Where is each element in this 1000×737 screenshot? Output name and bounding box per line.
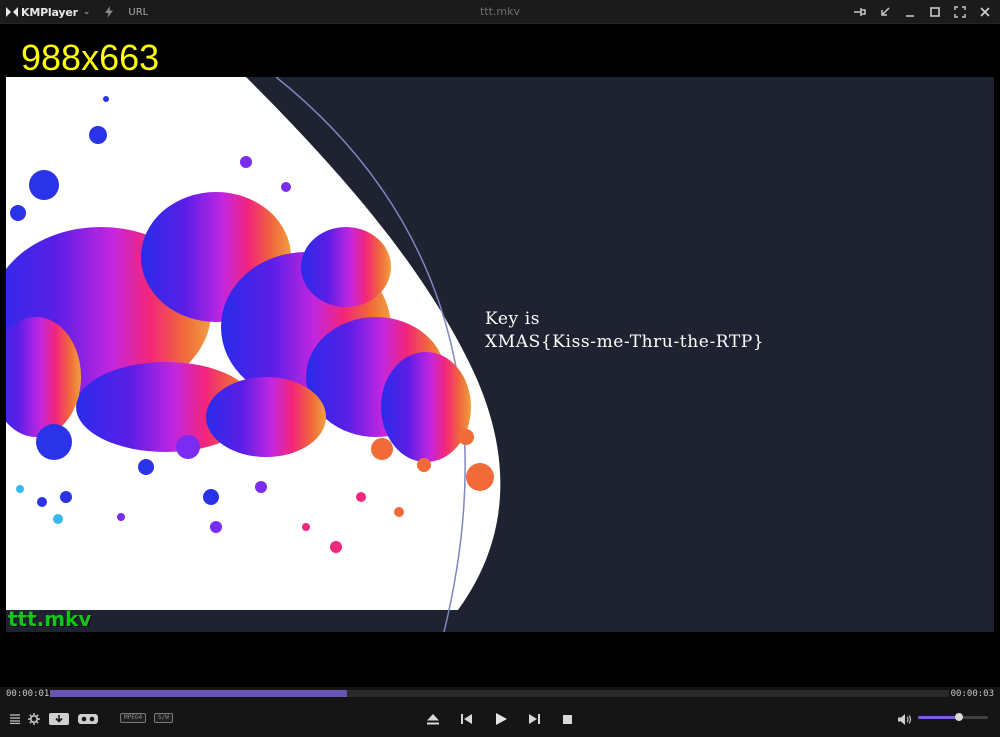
next-button[interactable]	[528, 711, 540, 727]
title-bar: KMPlayer ⌄ URL ttt.mkv	[0, 0, 1000, 24]
fullscreen-icon	[954, 6, 966, 18]
skip-previous-icon	[460, 714, 472, 724]
seek-bar[interactable]	[50, 690, 949, 697]
seek-bar-progress	[50, 690, 347, 697]
seek-row: 00:00:01 00:00:03	[0, 687, 1000, 701]
mini-mode-button[interactable]	[878, 5, 892, 19]
settings-button[interactable]	[28, 711, 40, 727]
window-title: ttt.mkv	[479, 5, 521, 18]
volume-icon	[898, 713, 912, 725]
minimize-icon	[906, 15, 914, 17]
app-name: KMPlayer	[21, 5, 78, 19]
maximize-icon	[930, 7, 940, 17]
video-frame: Key is XMAS{Kiss-me-Thru-the-RTP}	[6, 77, 994, 632]
fullscreen-button[interactable]	[953, 5, 967, 19]
renderer-badge[interactable]: S/W	[154, 713, 173, 723]
close-button[interactable]	[978, 5, 992, 19]
mini-mode-icon	[881, 7, 890, 16]
kmplayer-logo-icon	[6, 7, 18, 17]
osd-filename: ttt.mkv	[8, 607, 92, 631]
time-current: 00:00:01	[6, 689, 50, 699]
volume-slider[interactable]	[918, 713, 988, 721]
vr-button[interactable]	[78, 711, 98, 727]
paint-splash-artwork	[6, 77, 501, 632]
volume-slider-knob[interactable]	[954, 713, 963, 721]
control-bar: MPEG4 S/W	[0, 701, 1000, 737]
chevron-down-icon: ⌄	[82, 7, 91, 17]
maximize-button[interactable]	[928, 5, 942, 19]
mute-button[interactable]	[898, 711, 912, 727]
skip-next-icon	[528, 714, 540, 724]
previous-button[interactable]	[460, 711, 472, 727]
kmplayer-logo-button[interactable]: KMPlayer ⌄	[6, 6, 90, 19]
eject-icon	[427, 713, 439, 724]
volume-level	[918, 716, 959, 719]
vr-goggles-icon	[78, 714, 98, 724]
close-icon	[980, 7, 990, 17]
url-button[interactable]: URL	[128, 7, 148, 18]
pin-button[interactable]	[853, 5, 867, 19]
playlist-button[interactable]	[9, 711, 21, 727]
play-icon	[495, 713, 507, 725]
title-bar-left: KMPlayer ⌄ URL	[6, 0, 148, 24]
osd-resolution: 988x663	[21, 37, 160, 78]
lightning-icon[interactable]	[104, 6, 114, 18]
eject-button[interactable]	[427, 711, 439, 727]
play-button[interactable]	[495, 711, 507, 727]
minimize-button[interactable]	[903, 5, 917, 19]
download-icon	[49, 713, 69, 725]
capture-button[interactable]	[49, 711, 69, 727]
overlay-text-line2: XMAS{Kiss-me-Thru-the-RTP}	[485, 332, 765, 352]
playlist-icon	[10, 714, 20, 724]
time-total: 00:00:03	[950, 689, 994, 699]
stop-button[interactable]	[561, 711, 573, 727]
video-overlay-text: Key is XMAS{Kiss-me-Thru-the-RTP}	[485, 308, 764, 354]
codec-badge[interactable]: MPEG4	[120, 713, 147, 723]
window-controls	[853, 0, 992, 24]
pin-icon	[854, 8, 866, 16]
gear-icon	[28, 713, 40, 725]
overlay-text-line1: Key is	[485, 309, 541, 329]
stop-icon	[562, 714, 572, 724]
video-area[interactable]: Key is XMAS{Kiss-me-Thru-the-RTP} 988x66…	[6, 24, 994, 687]
